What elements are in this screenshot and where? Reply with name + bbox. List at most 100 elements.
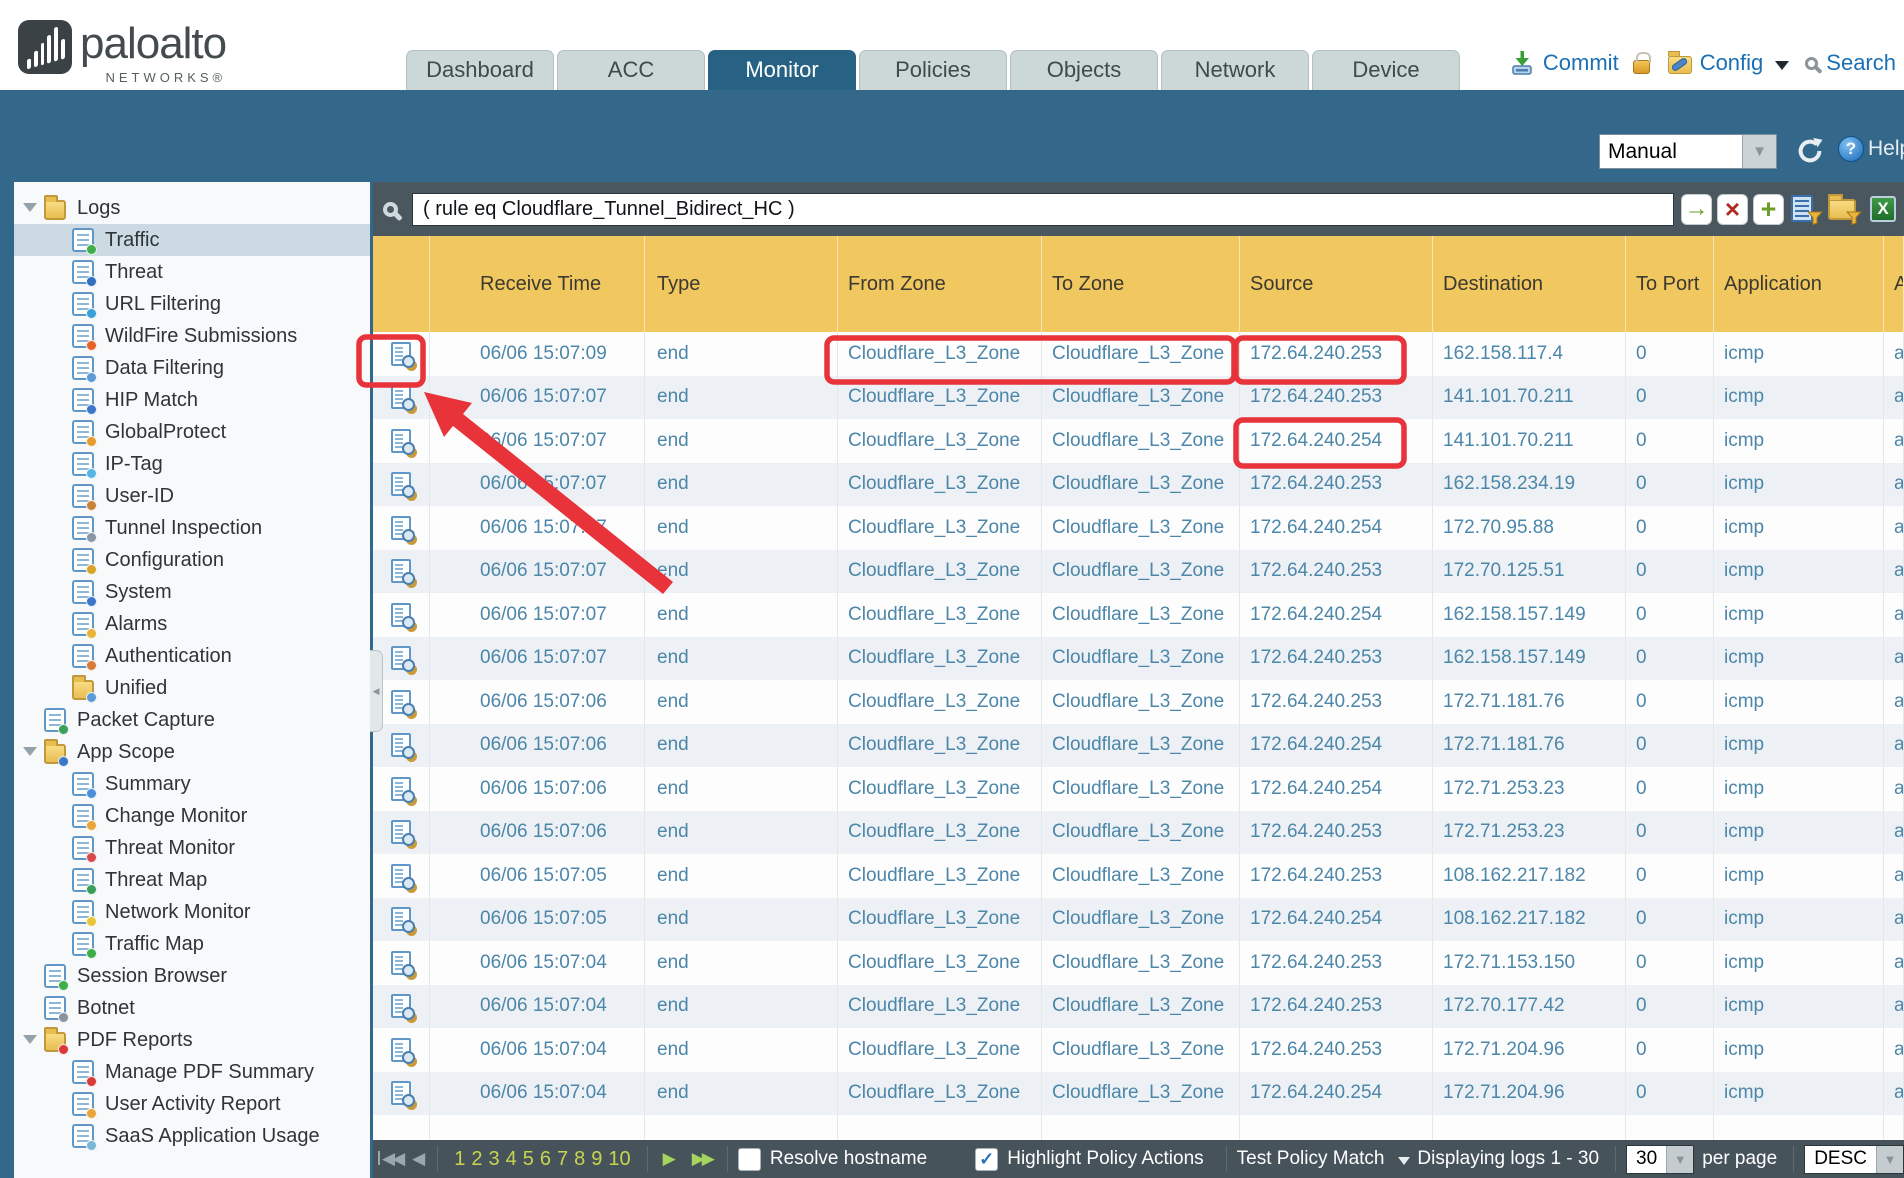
cell-src[interactable]: 172.64.240.253 <box>1240 332 1433 376</box>
sidebar-item-manage-pdf-summary[interactable]: Manage PDF Summary <box>14 1056 370 1088</box>
page-number-7[interactable]: 7 <box>557 1148 568 1171</box>
log-detail-icon[interactable] <box>391 994 411 1018</box>
cell-src[interactable]: 172.64.240.253 <box>1240 811 1433 855</box>
cell-to[interactable]: Cloudflare_L3_Zone <box>1042 506 1240 550</box>
cell-from[interactable]: Cloudflare_L3_Zone <box>838 680 1042 724</box>
cell-app[interactable]: icmp <box>1714 941 1884 985</box>
log-detail-icon[interactable] <box>391 429 411 453</box>
cell-src[interactable]: 172.64.240.253 <box>1240 550 1433 594</box>
log-detail-icon[interactable] <box>391 342 411 366</box>
per-page-dropdown-arrow-icon[interactable]: ▼ <box>1666 1146 1693 1173</box>
cell-from[interactable]: Cloudflare_L3_Zone <box>838 506 1042 550</box>
cell-from[interactable]: Cloudflare_L3_Zone <box>838 637 1042 681</box>
cell-dst[interactable]: 172.70.125.51 <box>1433 550 1626 594</box>
cell-dst[interactable]: 162.158.157.149 <box>1433 637 1626 681</box>
cell-dst[interactable]: 172.71.204.96 <box>1433 1028 1626 1072</box>
cell-from[interactable]: Cloudflare_L3_Zone <box>838 854 1042 898</box>
cell-dst[interactable]: 172.70.177.42 <box>1433 985 1626 1029</box>
cell-src[interactable]: 172.64.240.253 <box>1240 680 1433 724</box>
cell-src[interactable]: 172.64.240.253 <box>1240 637 1433 681</box>
refresh-mode-dropdown-arrow-icon[interactable]: ▼ <box>1742 135 1776 168</box>
log-detail-icon[interactable] <box>391 951 411 975</box>
cell-app[interactable]: icmp <box>1714 593 1884 637</box>
search-button[interactable]: Search <box>1826 50 1896 76</box>
cell-dst[interactable]: 172.71.181.76 <box>1433 724 1626 768</box>
cell-from[interactable]: Cloudflare_L3_Zone <box>838 1072 1042 1116</box>
cell-to[interactable]: Cloudflare_L3_Zone <box>1042 376 1240 420</box>
cell-dst[interactable]: 162.158.157.149 <box>1433 593 1626 637</box>
log-detail-icon[interactable] <box>391 690 411 714</box>
sidebar-item-hip-match[interactable]: HIP Match <box>14 384 370 416</box>
sidebar-item-ip-tag[interactable]: IP-Tag <box>14 448 370 480</box>
log-detail-icon[interactable] <box>391 472 411 496</box>
cell-to[interactable]: Cloudflare_L3_Zone <box>1042 463 1240 507</box>
sidebar-item-network-monitor[interactable]: Network Monitor <box>14 896 370 928</box>
tab-network[interactable]: Network <box>1161 50 1309 90</box>
cell-from[interactable]: Cloudflare_L3_Zone <box>838 332 1042 376</box>
cell-from[interactable]: Cloudflare_L3_Zone <box>838 593 1042 637</box>
next-page-button[interactable]: ▶ <box>663 1149 673 1169</box>
cell-to[interactable]: Cloudflare_L3_Zone <box>1042 898 1240 942</box>
cell-app[interactable]: icmp <box>1714 724 1884 768</box>
cell-app[interactable]: icmp <box>1714 854 1884 898</box>
refresh-icon[interactable] <box>1795 136 1825 166</box>
cell-to[interactable]: Cloudflare_L3_Zone <box>1042 419 1240 463</box>
page-number-1[interactable]: 1 <box>454 1148 465 1171</box>
cell-from[interactable]: Cloudflare_L3_Zone <box>838 463 1042 507</box>
cell-to[interactable]: Cloudflare_L3_Zone <box>1042 811 1240 855</box>
tab-dashboard[interactable]: Dashboard <box>406 50 554 90</box>
sidebar-item-authentication[interactable]: Authentication <box>14 640 370 672</box>
cell-app[interactable]: icmp <box>1714 1028 1884 1072</box>
cell-app[interactable]: icmp <box>1714 985 1884 1029</box>
cell-src[interactable]: 172.64.240.254 <box>1240 419 1433 463</box>
cell-dst[interactable]: 172.71.204.96 <box>1433 1072 1626 1116</box>
log-detail-icon[interactable] <box>391 864 411 888</box>
help-icon[interactable]: ? <box>1838 136 1864 162</box>
tab-objects[interactable]: Objects <box>1010 50 1158 90</box>
log-detail-icon[interactable] <box>391 646 411 670</box>
cell-from[interactable]: Cloudflare_L3_Zone <box>838 898 1042 942</box>
cell-from[interactable]: Cloudflare_L3_Zone <box>838 985 1042 1029</box>
cell-app[interactable]: icmp <box>1714 332 1884 376</box>
test-policy-match-arrow-icon[interactable] <box>1398 1157 1410 1165</box>
sort-order-select[interactable]: DESC ▼ <box>1804 1145 1904 1174</box>
cell-dst[interactable]: 172.71.181.76 <box>1433 680 1626 724</box>
sidebar-item-unified[interactable]: Unified <box>14 672 370 704</box>
cell-src[interactable]: 172.64.240.253 <box>1240 941 1433 985</box>
cell-src[interactable]: 172.64.240.254 <box>1240 898 1433 942</box>
per-page-select[interactable]: 30 ▼ <box>1626 1145 1694 1174</box>
column-header-to-port[interactable]: To Port <box>1626 236 1714 332</box>
cell-dst[interactable]: 141.101.70.211 <box>1433 376 1626 420</box>
cell-to[interactable]: Cloudflare_L3_Zone <box>1042 680 1240 724</box>
first-page-button[interactable]: ◀◀ <box>378 1149 402 1169</box>
cell-from[interactable]: Cloudflare_L3_Zone <box>838 376 1042 420</box>
refresh-mode-select[interactable]: Manual ▼ <box>1599 134 1777 169</box>
cell-src[interactable]: 172.64.240.254 <box>1240 767 1433 811</box>
column-header-from-zone[interactable]: From Zone <box>838 236 1042 332</box>
cell-from[interactable]: Cloudflare_L3_Zone <box>838 419 1042 463</box>
cell-app[interactable]: icmp <box>1714 506 1884 550</box>
load-filter-button[interactable] <box>1828 194 1862 225</box>
sidebar-item-logs[interactable]: Logs <box>14 192 370 224</box>
log-detail-icon[interactable] <box>391 385 411 409</box>
cell-dst[interactable]: 172.71.253.23 <box>1433 811 1626 855</box>
config-dropdown-arrow-icon[interactable] <box>1775 61 1789 70</box>
sidebar-item-traffic-map[interactable]: Traffic Map <box>14 928 370 960</box>
tab-monitor[interactable]: Monitor <box>708 50 856 90</box>
cell-from[interactable]: Cloudflare_L3_Zone <box>838 811 1042 855</box>
cell-dst[interactable]: 172.70.95.88 <box>1433 506 1626 550</box>
cell-app[interactable]: icmp <box>1714 767 1884 811</box>
column-header-receive-time[interactable]: Receive Time <box>430 236 645 332</box>
lock-icon[interactable] <box>1633 60 1650 74</box>
column-header-a[interactable]: A <box>1884 236 1904 332</box>
column-header-destination[interactable]: Destination <box>1433 236 1626 332</box>
highlight-policy-actions-checkbox[interactable]: ✓ <box>975 1148 998 1171</box>
expander-triangle-icon[interactable] <box>23 203 37 212</box>
sidebar-item-app-scope[interactable]: App Scope <box>14 736 370 768</box>
cell-from[interactable]: Cloudflare_L3_Zone <box>838 941 1042 985</box>
last-page-button[interactable]: ▶▶ <box>692 1149 712 1169</box>
sidebar-item-traffic[interactable]: Traffic <box>14 224 370 256</box>
clear-filter-button[interactable]: × <box>1717 194 1748 225</box>
sidebar-item-globalprotect[interactable]: GlobalProtect <box>14 416 370 448</box>
sidebar-item-threat-map[interactable]: Threat Map <box>14 864 370 896</box>
